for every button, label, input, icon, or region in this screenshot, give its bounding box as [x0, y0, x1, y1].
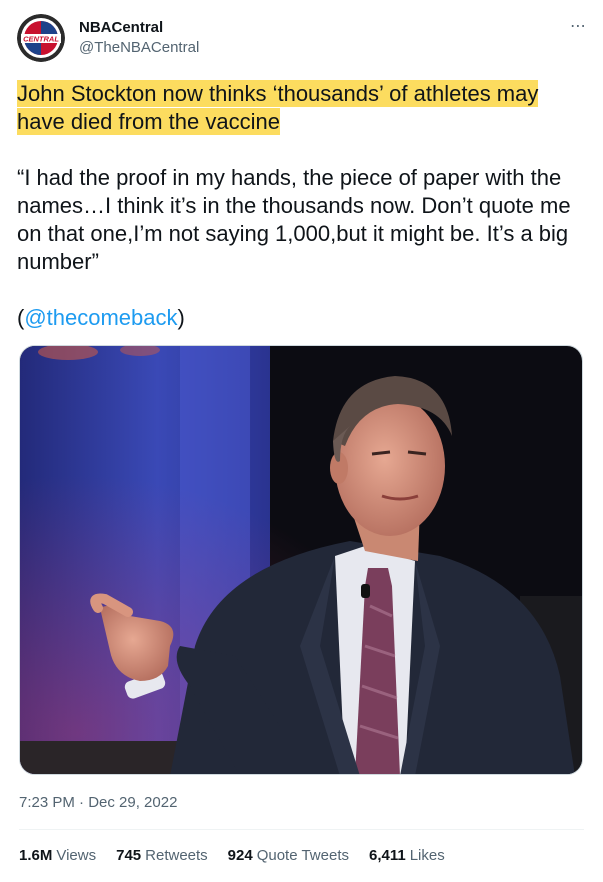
tweet-header: CENTRAL NBACentral @TheNBACentral ⋯ — [17, 14, 587, 64]
tweet-headline-paragraph: John Stockton now thinks ‘thousands’ of … — [17, 80, 589, 136]
avatar[interactable]: CENTRAL — [17, 14, 65, 62]
source-close-paren: ) — [177, 305, 185, 330]
tweet-quote: “I had the proof in my hands, the piece … — [17, 165, 571, 274]
stat-value: 924 — [227, 847, 253, 864]
tweet-stats: 1.6M Views 745 Retweets 924 Quote Tweets 6,… — [19, 846, 465, 866]
tweet-media-photo[interactable] — [19, 345, 583, 775]
stat-quote-tweets[interactable]: 924 Quote Tweets — [228, 846, 349, 866]
author-display-name[interactable]: NBACentral — [79, 18, 199, 38]
tweet-source: (@thecomeback) — [17, 304, 589, 332]
stat-label: Likes — [409, 847, 445, 864]
tweet-text: John Stockton now thinks ‘thousands’ of … — [17, 80, 589, 332]
stat-retweets[interactable]: 745 Retweets — [116, 846, 208, 866]
stat-value: 745 — [116, 847, 142, 864]
stat-views[interactable]: 1.6M Views — [19, 846, 96, 866]
photo-illustration — [20, 346, 582, 774]
stat-value: 1.6M — [19, 847, 53, 864]
author-handle[interactable]: @TheNBACentral — [79, 38, 199, 58]
stat-label: Retweets — [145, 847, 208, 864]
tweet-timestamp[interactable]: 7:23 PM · Dec 29, 2022 — [19, 793, 177, 813]
divider — [19, 829, 584, 830]
avatar-logo-text: CENTRAL — [23, 35, 59, 44]
author-info[interactable]: NBACentral @TheNBACentral — [79, 18, 199, 58]
stat-label: Views — [56, 847, 97, 864]
more-options-icon[interactable]: ⋯ — [570, 16, 587, 36]
stat-likes[interactable]: 6,411 Likes — [369, 846, 445, 866]
stat-value: 6,411 — [368, 847, 406, 864]
tweet-headline: John Stockton now thinks ‘thousands’ of … — [17, 80, 539, 135]
source-mention-link[interactable]: @thecomeback — [24, 305, 177, 330]
tweet-card: CENTRAL NBACentral @TheNBACentral ⋯ John… — [0, 0, 603, 882]
nba-central-logo-icon: CENTRAL — [17, 14, 65, 62]
stat-label: Quote Tweets — [256, 847, 349, 864]
